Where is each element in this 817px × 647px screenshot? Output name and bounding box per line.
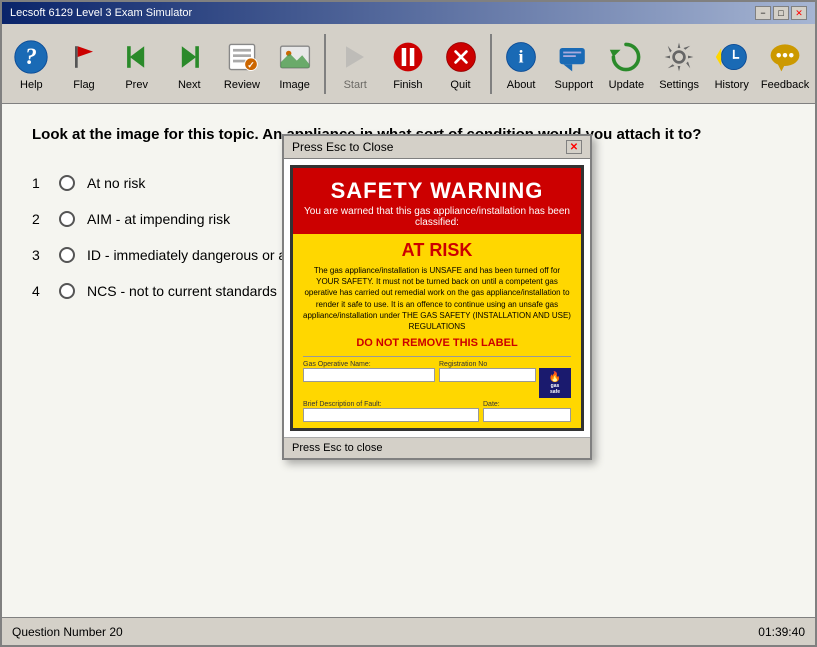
safety-yellow-body: AT RISK The gas appliance/installation i…: [293, 234, 581, 428]
modal-title: Press Esc to Close: [292, 140, 393, 154]
settings-label: Settings: [659, 79, 699, 91]
maximize-button[interactable]: □: [773, 6, 789, 20]
toolbar-item-support[interactable]: Support: [548, 32, 599, 96]
safety-field-box-date: [483, 408, 571, 422]
review-icon: ✓: [222, 37, 262, 77]
minimize-button[interactable]: −: [755, 6, 771, 20]
prev-label: Prev: [125, 79, 148, 91]
toolbar-item-start[interactable]: Start: [330, 32, 381, 96]
safety-field-label-date: Date:: [483, 401, 571, 408]
about-icon: i: [501, 37, 541, 77]
finish-label: Finish: [393, 79, 422, 91]
titlebar: Lecsoft 6129 Level 3 Exam Simulator − □ …: [2, 2, 815, 24]
svg-text:?: ?: [25, 44, 37, 70]
prev-icon: [117, 37, 157, 77]
about-label: About: [507, 79, 536, 91]
svg-text:i: i: [519, 46, 524, 66]
window-title: Lecsoft 6129 Level 3 Exam Simulator: [10, 7, 192, 19]
toolbar-item-finish[interactable]: Finish: [383, 32, 434, 96]
review-label: Review: [224, 79, 260, 91]
flag-label: Flag: [73, 79, 94, 91]
modal-close-button[interactable]: ✕: [566, 140, 582, 154]
safety-subtitle: You are warned that this gas appliance/i…: [301, 206, 573, 228]
toolbar-item-update[interactable]: Update: [601, 32, 652, 96]
toolbar-sep-2: [490, 34, 492, 94]
toolbar-item-about[interactable]: i About: [496, 32, 547, 96]
safety-field-reg: Registration No 🔥 gassafe: [439, 361, 571, 398]
help-icon: ?: [11, 37, 51, 77]
content-area: Look at the image for this topic. An app…: [2, 104, 815, 617]
safety-label: SAFETY WARNING You are warned that this …: [290, 165, 584, 431]
safety-body-text: The gas appliance/installation is UNSAFE…: [303, 265, 571, 332]
safety-field-label-reg: Registration No: [439, 361, 571, 368]
toolbar-item-help[interactable]: ? Help: [6, 32, 57, 96]
safety-field-box-fault: [303, 408, 479, 422]
safety-field-date: Date:: [483, 401, 571, 422]
help-label: Help: [20, 79, 43, 91]
safety-fields: Gas Operative Name: Registration No: [303, 356, 571, 422]
finish-icon: [388, 37, 428, 77]
toolbar-item-next[interactable]: Next: [164, 32, 215, 96]
safety-field-fault: Brief Description of Fault:: [303, 401, 479, 422]
safety-field-label-operative: Gas Operative Name:: [303, 361, 435, 368]
image-modal: Press Esc to Close ✕ SAFETY WARNING You …: [282, 134, 592, 460]
flag-icon: [64, 37, 104, 77]
quit-label: Quit: [450, 79, 470, 91]
start-icon: [335, 37, 375, 77]
safety-field-row-2: Brief Description of Fault: Date:: [303, 401, 571, 422]
settings-icon: [659, 37, 699, 77]
toolbar-item-settings[interactable]: Settings: [654, 32, 705, 96]
support-label: Support: [555, 79, 594, 91]
toolbar-item-review[interactable]: ✓ Review: [217, 32, 268, 96]
image-icon: [275, 37, 315, 77]
feedback-icon: [765, 37, 805, 77]
toolbar-item-history[interactable]: History: [706, 32, 757, 96]
update-icon: [606, 37, 646, 77]
safety-at-risk: AT RISK: [303, 240, 571, 261]
modal-overlay: Press Esc to Close ✕ SAFETY WARNING You …: [2, 104, 815, 617]
toolbar-item-prev[interactable]: Prev: [111, 32, 162, 96]
question-number: Question Number 20: [12, 625, 123, 639]
feedback-label: Feedback: [761, 79, 809, 91]
update-label: Update: [609, 79, 644, 91]
next-label: Next: [178, 79, 201, 91]
history-label: History: [715, 79, 749, 91]
image-label: Image: [279, 79, 310, 91]
gas-safe-logo: 🔥 gassafe: [539, 368, 571, 398]
toolbar-item-image[interactable]: Image: [269, 32, 320, 96]
safety-field-box-reg: [439, 368, 536, 382]
safety-warning-title: SAFETY WARNING: [301, 178, 573, 204]
history-icon: [712, 37, 752, 77]
close-button[interactable]: ✕: [791, 6, 807, 20]
toolbar-item-quit[interactable]: Quit: [435, 32, 486, 96]
gas-safe-flame-icon: 🔥: [549, 372, 561, 383]
toolbar-item-flag[interactable]: Flag: [59, 32, 110, 96]
statusbar: Question Number 20 01:39:40: [2, 617, 815, 645]
safety-field-box-operative: [303, 368, 435, 382]
modal-footer: Press Esc to close: [284, 437, 590, 458]
modal-footer-text: Press Esc to close: [292, 442, 382, 454]
gas-safe-text: gassafe: [550, 383, 560, 395]
modal-body: SAFETY WARNING You are warned that this …: [284, 159, 590, 437]
safety-red-header: SAFETY WARNING You are warned that this …: [293, 168, 581, 234]
quit-icon: [441, 37, 481, 77]
timer: 01:39:40: [758, 625, 805, 639]
start-label: Start: [344, 79, 367, 91]
next-icon: [169, 37, 209, 77]
safety-field-operative: Gas Operative Name:: [303, 361, 435, 398]
toolbar-sep-1: [324, 34, 326, 94]
support-icon: [554, 37, 594, 77]
modal-titlebar: Press Esc to Close ✕: [284, 136, 590, 159]
main-window: Lecsoft 6129 Level 3 Exam Simulator − □ …: [0, 0, 817, 647]
svg-text:✓: ✓: [247, 59, 255, 69]
safety-do-not: DO NOT REMOVE THIS LABEL: [303, 336, 571, 350]
safety-field-row-1: Gas Operative Name: Registration No: [303, 361, 571, 398]
safety-field-label-fault: Brief Description of Fault:: [303, 401, 479, 408]
toolbar-item-feedback[interactable]: Feedback: [759, 32, 811, 96]
titlebar-buttons: − □ ✕: [755, 6, 807, 20]
toolbar: ? Help Flag Prev: [2, 24, 815, 104]
